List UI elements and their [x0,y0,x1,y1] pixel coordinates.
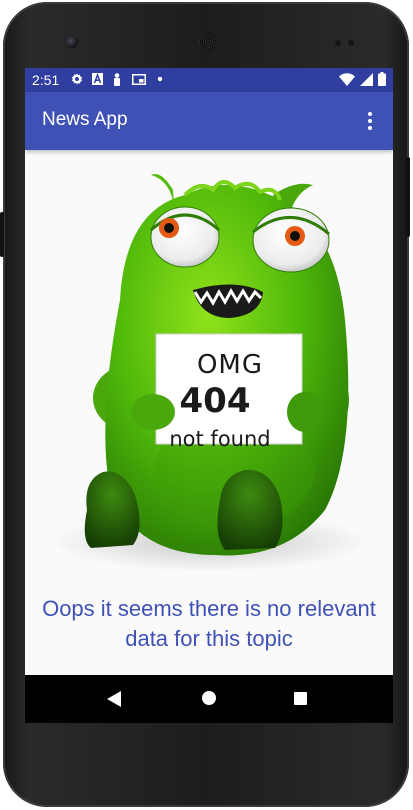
back-triangle-icon[interactable] [107,691,121,712]
picture-in-picture-icon [131,72,146,86]
sign-not-found-text: not found [169,427,271,451]
home-circle-icon[interactable] [202,691,216,705]
recents-square-icon[interactable] [294,692,307,705]
system-icons [339,72,386,91]
empty-state: OMG 404 not found Oops it seems there is… [25,150,393,675]
proximity-sensor [335,40,341,46]
app-bar: News App [25,92,393,150]
wifi-icon [339,72,355,91]
light-sensor [348,40,354,46]
screen: 2:51 News App OMG 404 not found Oops it … [25,68,393,723]
app-title: News App [42,109,128,130]
phone-frame: 2:51 News App OMG 404 not found Oops it … [0,2,410,807]
sign-404-text: 404 [179,381,251,421]
accessibility-person-icon [111,72,123,86]
more-vert-icon[interactable] [355,105,385,137]
settings-icon [71,72,83,86]
status-time: 2:51 [32,72,60,88]
earpiece-speaker [199,33,219,51]
battery-icon [378,72,386,91]
font-a-icon [91,72,103,86]
power-button [0,212,4,257]
status-bar: 2:51 [25,68,393,92]
volume-button [406,157,410,237]
dot-icon [154,72,166,86]
front-camera-icon [66,36,78,48]
navigation-bar [25,675,393,723]
cell-signal-icon [360,72,373,91]
sign-omg-text: OMG [196,350,264,380]
notification-icons [71,72,166,86]
empty-message: Oops it seems there is no relevant data … [42,596,376,651]
